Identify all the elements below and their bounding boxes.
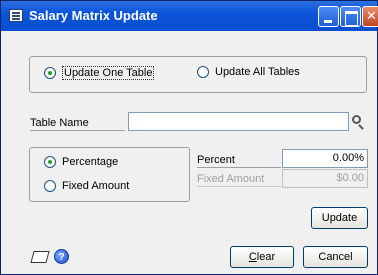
lens-shape [352,115,361,124]
table-name-input[interactable] [128,112,349,131]
radio-unselected-indicator [44,180,56,192]
note-icon[interactable] [30,251,50,263]
percentage-radio[interactable]: Percentage [44,156,118,168]
window-title: Salary Matrix Update [29,8,158,23]
percent-label: Percent [197,154,235,166]
close-button[interactable] [362,6,378,27]
magnifier-icon[interactable] [351,114,367,130]
handle-shape [358,124,364,130]
percent-underline [197,167,281,168]
radio-selected-indicator [44,156,56,168]
percent-input[interactable]: 0.00% [282,149,368,168]
radio-selected-indicator [44,67,56,79]
update-all-tables-radio[interactable]: Update All Tables [197,66,300,78]
update-one-table-radio[interactable]: Update One Table [44,66,155,80]
clear-mnemonic: C [248,251,257,263]
clear-label-rest: lear [256,251,276,263]
maximize-button[interactable] [340,6,361,27]
help-icon[interactable]: ? [54,249,69,264]
fixed-amount-label: Fixed Amount [197,173,265,185]
fixed-amount-underline [197,186,281,187]
update-all-tables-label: Update All Tables [215,66,300,78]
fixed-amount-input: $0.00 [282,169,368,188]
update-one-table-label: Update One Table [62,66,155,80]
percentage-label: Percentage [62,156,119,168]
title-bar[interactable]: Salary Matrix Update [1,1,378,31]
fixed-amount-radio[interactable]: Fixed Amount [44,180,129,192]
cancel-button[interactable]: Cancel [303,246,368,268]
update-button[interactable]: Update [311,207,368,229]
fixed-amount-radio-label: Fixed Amount [62,180,130,192]
salary-matrix-update-window: Salary Matrix Update Update One Table Up… [0,0,378,275]
radio-unselected-indicator [197,66,209,78]
table-name-label: Table Name [30,117,89,129]
table-icon [9,9,23,22]
clear-button[interactable]: Clear [230,246,294,268]
minimize-button[interactable] [318,6,339,27]
table-name-underline [30,130,125,131]
